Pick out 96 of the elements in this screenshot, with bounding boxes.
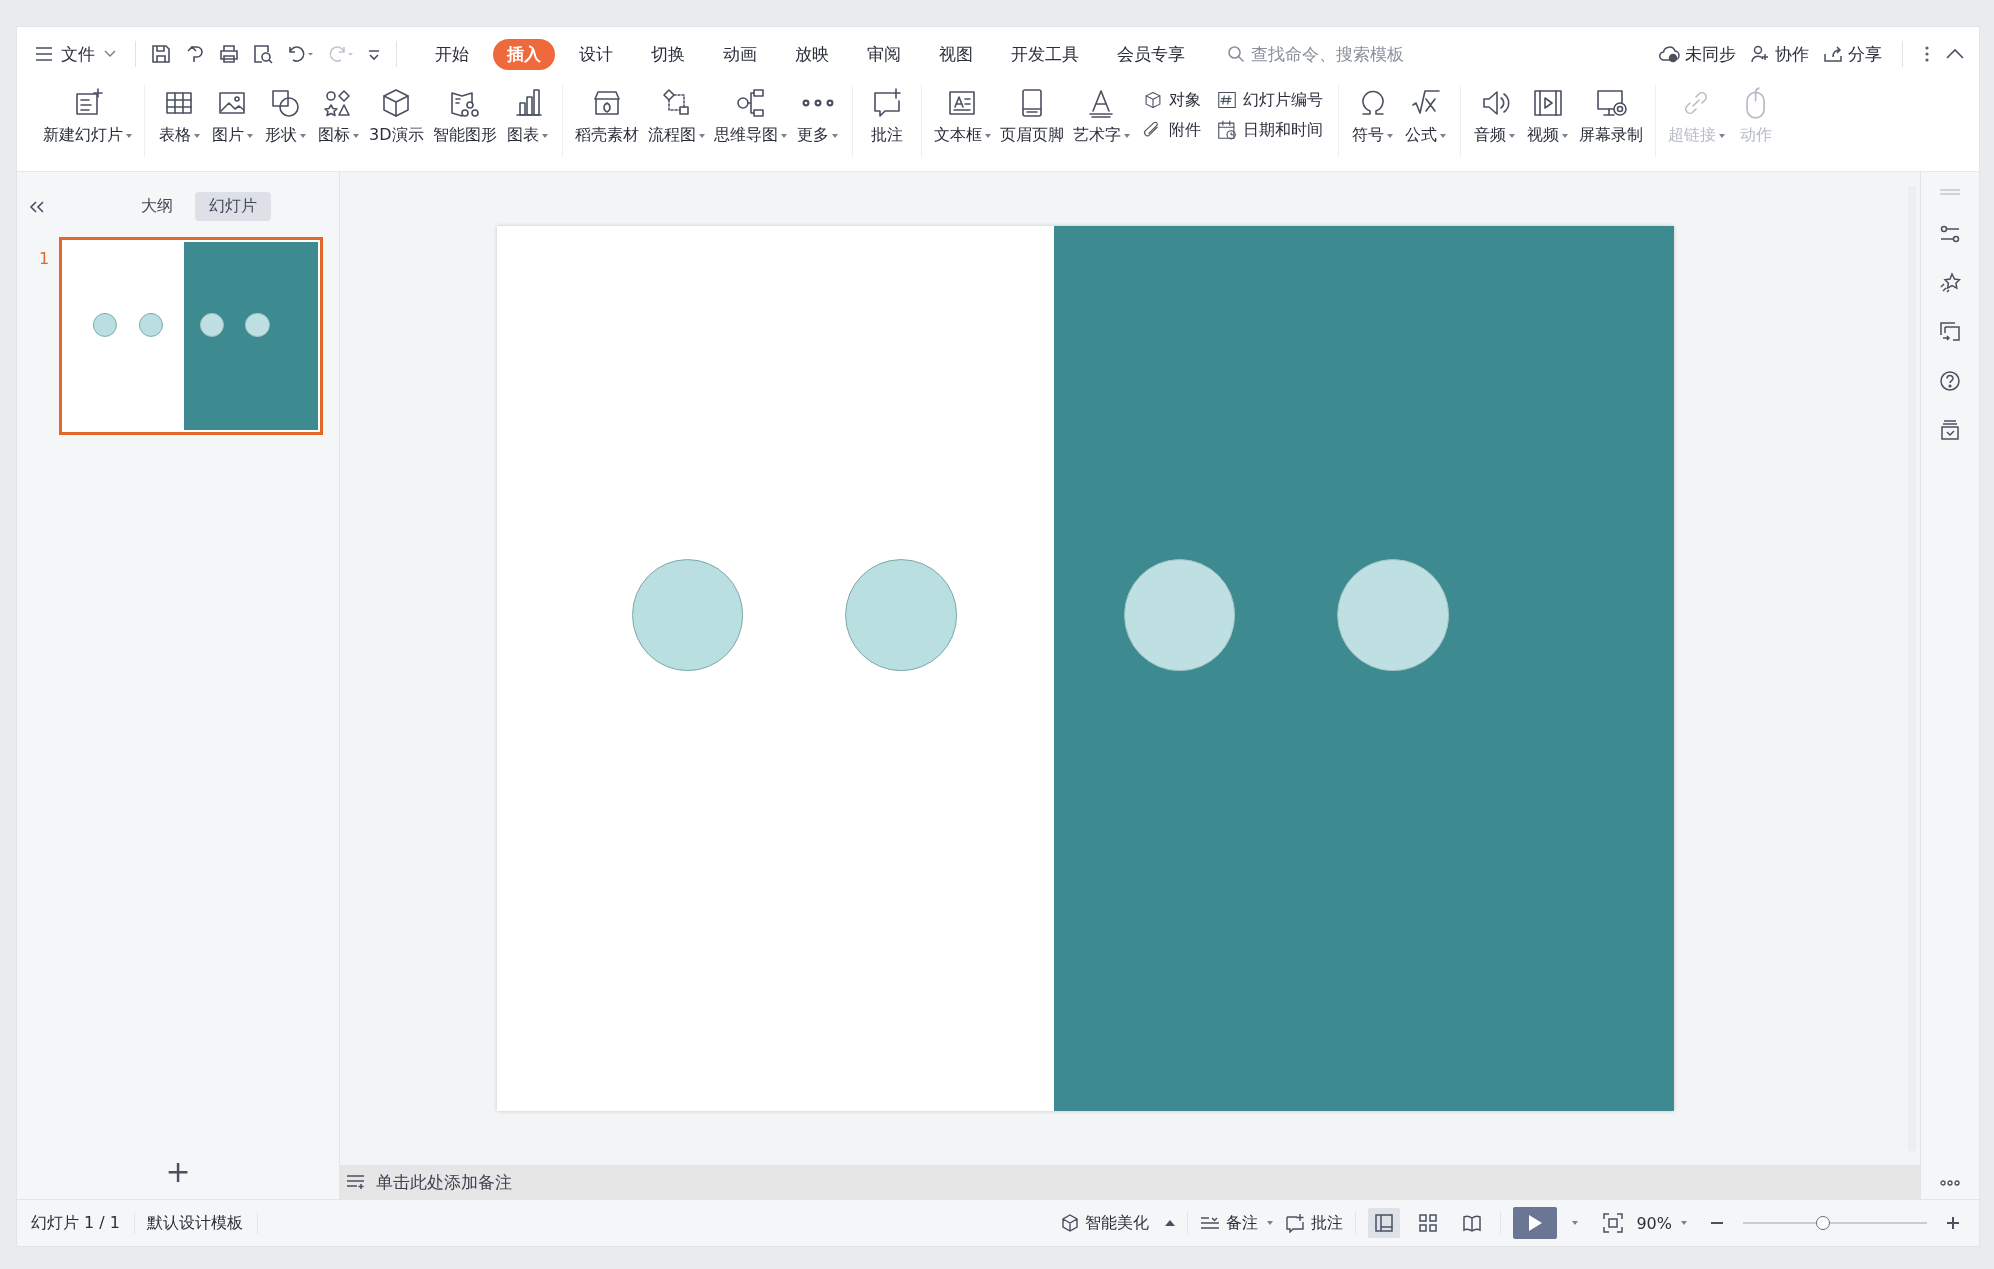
- header-action-button[interactable]: 协作: [1750, 42, 1809, 66]
- drag-handle-icon[interactable]: [1939, 188, 1961, 196]
- mind-map-icon: [734, 87, 766, 119]
- share-icon: [1823, 45, 1843, 63]
- more-icon: [801, 99, 834, 107]
- undo-icon[interactable]: [286, 43, 314, 65]
- comments-button[interactable]: 批注: [1285, 1212, 1344, 1234]
- play-button[interactable]: [1513, 1207, 1558, 1239]
- user-plus-icon: [1750, 45, 1770, 63]
- ribbon-tab[interactable]: 审阅: [853, 38, 915, 70]
- slide-number: 1: [39, 248, 50, 268]
- ribbon-button[interactable]: 图片: [207, 85, 257, 148]
- mouse-icon: [1745, 87, 1766, 119]
- slider-thumb[interactable]: [1816, 1216, 1831, 1230]
- screen-record-icon: [1594, 87, 1627, 119]
- slide-count: 幻灯片 1 / 1: [31, 1212, 135, 1234]
- ribbon-tab[interactable]: 视图: [925, 38, 987, 70]
- ribbon-button[interactable]: 智能图形: [429, 85, 500, 148]
- caret-icon: [1681, 1221, 1687, 1225]
- star-icon[interactable]: [1939, 272, 1961, 294]
- shapes-icon: [269, 87, 301, 119]
- file-menu-button[interactable]: 文件: [31, 42, 121, 66]
- ribbon-button[interactable]: 新建幻灯片: [40, 85, 135, 148]
- ribbon-button[interactable]: 视频: [1522, 85, 1573, 148]
- save-icon[interactable]: [150, 43, 172, 65]
- number-icon: [1215, 89, 1238, 111]
- caret-icon: [1267, 1221, 1274, 1225]
- notes-icon: [1200, 1215, 1221, 1231]
- ribbon-tab[interactable]: 会员专享: [1103, 38, 1199, 70]
- menu-icon: [35, 47, 53, 61]
- ribbon-button[interactable]: 思维导图: [710, 85, 790, 148]
- fit-screen-icon[interactable]: [1602, 1212, 1625, 1234]
- search-field[interactable]: 查找命令、搜索模板: [1227, 43, 1487, 65]
- ribbon-button[interactable]: 批注: [861, 85, 912, 148]
- beautify-button[interactable]: 智能美化: [1061, 1212, 1176, 1234]
- ribbon-button[interactable]: 流程图: [644, 85, 708, 148]
- collapse-panel-icon[interactable]: [29, 199, 45, 214]
- help-icon[interactable]: [1939, 370, 1961, 392]
- print-icon[interactable]: [218, 43, 240, 65]
- ribbon-button[interactable]: 文本框: [930, 85, 994, 148]
- ribbon-small-button[interactable]: 附件: [1141, 119, 1201, 141]
- ribbon-button[interactable]: 表格: [154, 85, 204, 148]
- ribbon-tab[interactable]: 设计: [565, 38, 627, 70]
- ribbon-small-button[interactable]: 日期和时间: [1215, 119, 1323, 141]
- ribbon-button[interactable]: 屏幕录制: [1575, 85, 1646, 148]
- ribbon-button[interactable]: 3D演示: [366, 85, 427, 148]
- zoom-dropdown[interactable]: 90%: [1636, 1213, 1687, 1233]
- ribbon-button[interactable]: 符号: [1347, 85, 1398, 148]
- notes-placeholder: 单击此处添加备注: [376, 1170, 512, 1194]
- video-icon: [1531, 87, 1564, 119]
- ribbon-tab[interactable]: 开始: [421, 38, 483, 70]
- ribbon-button[interactable]: 图标: [313, 85, 363, 148]
- ribbon-button[interactable]: 形状: [260, 85, 310, 148]
- header-action-button[interactable]: 分享: [1823, 42, 1882, 66]
- grid-view-icon: [1418, 1213, 1439, 1233]
- calendar-clock-icon: [1215, 119, 1238, 141]
- sliders-icon[interactable]: [1939, 223, 1961, 245]
- cloud-icon: [1658, 45, 1680, 63]
- notes-bar[interactable]: 单击此处添加备注: [340, 1165, 1920, 1199]
- notes-button[interactable]: 备注: [1200, 1212, 1274, 1234]
- add-slide-button[interactable]: +: [165, 1154, 191, 1189]
- comment-icon: [1285, 1213, 1306, 1233]
- ribbon-button[interactable]: 公式: [1400, 85, 1451, 148]
- ribbon-button[interactable]: 艺术字: [1069, 85, 1133, 148]
- ribbon-button[interactable]: 图表: [502, 85, 553, 148]
- file-label: 文件: [61, 42, 95, 66]
- ribbon-tab[interactable]: 动画: [709, 38, 771, 70]
- panel-tab[interactable]: 幻灯片: [195, 192, 271, 221]
- ribbon-button[interactable]: 音频: [1469, 85, 1520, 148]
- archive-icon[interactable]: [1939, 419, 1961, 441]
- chevron-down-icon: [103, 49, 117, 59]
- book-icon: [1462, 1213, 1483, 1233]
- caret-up-icon: [1165, 1220, 1176, 1226]
- ribbon-small-button[interactable]: 幻灯片编号: [1215, 89, 1323, 111]
- notes-icon: [346, 1174, 366, 1190]
- view-mode-button[interactable]: [1368, 1208, 1401, 1238]
- cube-icon: [1061, 1214, 1080, 1232]
- ribbon-small-button[interactable]: 对象: [1141, 89, 1201, 111]
- ribbon-button[interactable]: 页眉页脚: [996, 85, 1067, 148]
- screens-icon[interactable]: [1939, 321, 1961, 343]
- ribbon-tab[interactable]: 切换: [637, 38, 699, 70]
- template-name[interactable]: 默认设计模板: [147, 1212, 258, 1234]
- caret-icon[interactable]: [1572, 1221, 1579, 1225]
- collapse-ribbon-icon[interactable]: [1945, 47, 1965, 61]
- search-icon: [1227, 45, 1245, 63]
- normal-view-icon: [1374, 1213, 1395, 1233]
- print-preview-icon[interactable]: [252, 43, 274, 65]
- ribbon-button[interactable]: 稻壳素材: [571, 85, 642, 148]
- panel-tab[interactable]: 大纲: [127, 192, 187, 221]
- ribbon-button[interactable]: 更多: [792, 85, 843, 148]
- ribbon-tab[interactable]: 开发工具: [997, 38, 1093, 70]
- ribbon-tab[interactable]: 放映: [781, 38, 843, 70]
- more-icon[interactable]: [1939, 1179, 1961, 1187]
- header-action-button[interactable]: 未同步: [1658, 42, 1736, 66]
- more-vertical-icon[interactable]: [1923, 44, 1931, 64]
- zoom-in-icon[interactable]: [1945, 1215, 1961, 1231]
